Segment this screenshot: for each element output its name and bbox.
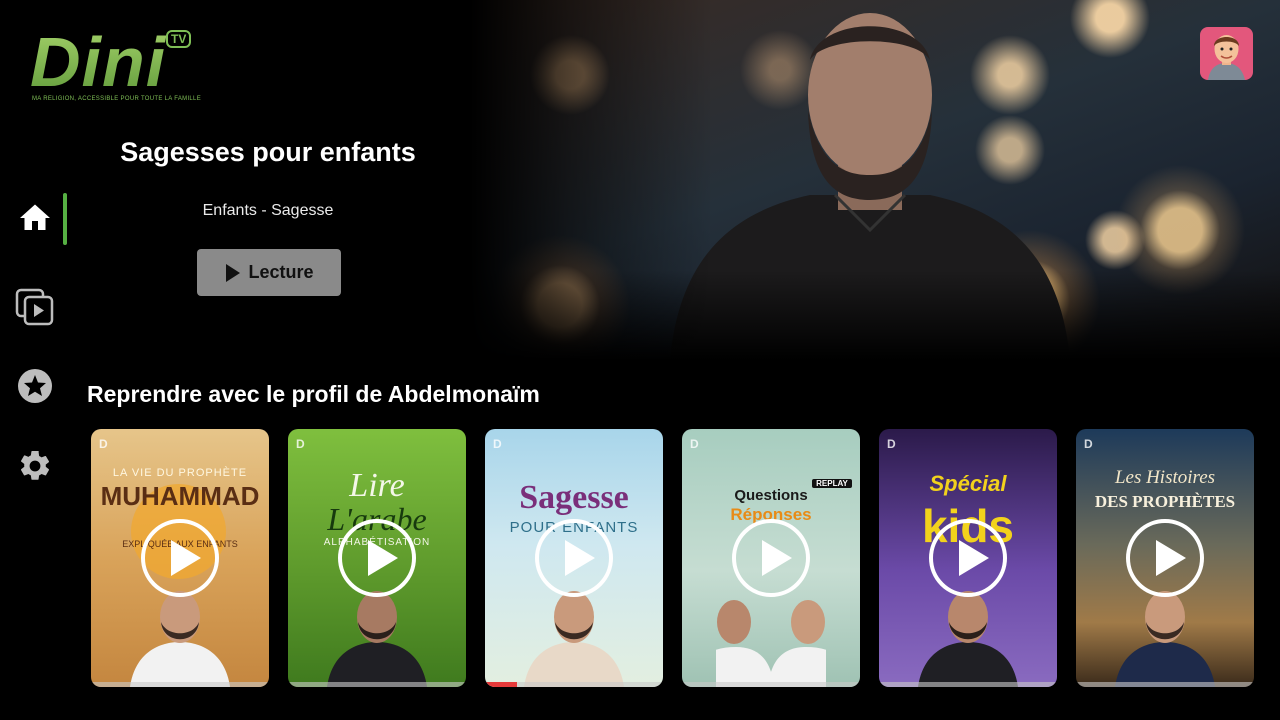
- sidebar-item-home[interactable]: [10, 193, 60, 243]
- card-progress-fill: [485, 682, 518, 687]
- card-brand-mark: D: [690, 437, 699, 451]
- video-card[interactable]: D LA VIE DU PROPHÈTE MUHAMMAD EXPLIQUÉE …: [91, 429, 269, 687]
- card-title-top: Sagesse: [519, 479, 629, 516]
- card-title-main: DES PROPHÈTES: [1094, 492, 1236, 511]
- card-progress-bar: [91, 682, 269, 687]
- hero-title: Sagesses pour enfants: [120, 137, 416, 167]
- card-progress-bar: [1076, 682, 1254, 687]
- card-replay-badge: REPLAY: [812, 479, 852, 488]
- home-icon: [20, 204, 50, 230]
- video-card[interactable]: D Lire L'arabe ALPHABÉTISATION: [288, 429, 466, 687]
- play-icon: [226, 263, 241, 282]
- logo-tv-badge: TV: [166, 30, 192, 48]
- sidebar-item-library[interactable]: [10, 281, 60, 331]
- card-title-top: Les Histoires: [1114, 467, 1216, 488]
- card-brand-mark: D: [493, 437, 502, 451]
- profile-avatar[interactable]: [1200, 27, 1253, 80]
- card-title-top: LA VIE DU PROPHÈTE: [112, 467, 248, 479]
- sidebar-item-favorites[interactable]: [10, 361, 60, 411]
- logo-wordmark: Dini: [30, 23, 167, 101]
- nav-active-indicator: [63, 193, 67, 245]
- sidebar-item-settings[interactable]: [10, 441, 60, 491]
- avatar-face-icon: [1208, 35, 1245, 80]
- card-play-icon: [1126, 519, 1204, 597]
- video-card[interactable]: D Sagesse POUR ENFANTS: [485, 429, 663, 687]
- presenter-silhouette: [670, 13, 1070, 360]
- card-title-top: Lire: [349, 467, 405, 504]
- play-button[interactable]: Lecture: [197, 249, 341, 296]
- video-card[interactable]: D Spécial kids: [879, 429, 1057, 687]
- star-icon: [18, 369, 52, 403]
- card-title-main: MUHAMMAD: [100, 481, 260, 511]
- card-play-icon: [338, 519, 416, 597]
- dini-tv-logo[interactable]: Dini TV MA RELIGION, ACCESSIBLE POUR TOU…: [28, 23, 203, 108]
- card-brand-mark: D: [887, 437, 896, 451]
- card-title-top: Questions: [734, 487, 808, 504]
- video-card[interactable]: D Questions Réponses REPLAY: [682, 429, 860, 687]
- logo-tagline: MA RELIGION, ACCESSIBLE POUR TOUTE LA FA…: [32, 96, 201, 102]
- card-brand-mark: D: [1084, 437, 1093, 451]
- card-title-top: Spécial: [929, 471, 1007, 496]
- card-play-icon: [732, 519, 810, 597]
- card-play-icon: [141, 519, 219, 597]
- card-progress-bar: [288, 682, 466, 687]
- library-play-icon: [15, 288, 54, 326]
- gear-icon: [20, 450, 50, 480]
- card-brand-mark: D: [296, 437, 305, 451]
- card-progress-bar: [879, 682, 1057, 687]
- hero-category: Enfants - Sagesse: [202, 202, 334, 219]
- card-progress-bar: [682, 682, 860, 687]
- card-play-icon: [929, 519, 1007, 597]
- video-card[interactable]: D Les Histoires DES PROPHÈTES: [1076, 429, 1254, 687]
- card-brand-mark: D: [99, 437, 108, 451]
- hero-background-image: [470, 0, 1280, 360]
- card-progress-bar: [485, 682, 663, 687]
- continue-row-title: Reprendre avec le profil de Abdelmonaïm: [87, 381, 540, 407]
- card-play-icon: [535, 519, 613, 597]
- play-button-label: Lecture: [248, 262, 314, 282]
